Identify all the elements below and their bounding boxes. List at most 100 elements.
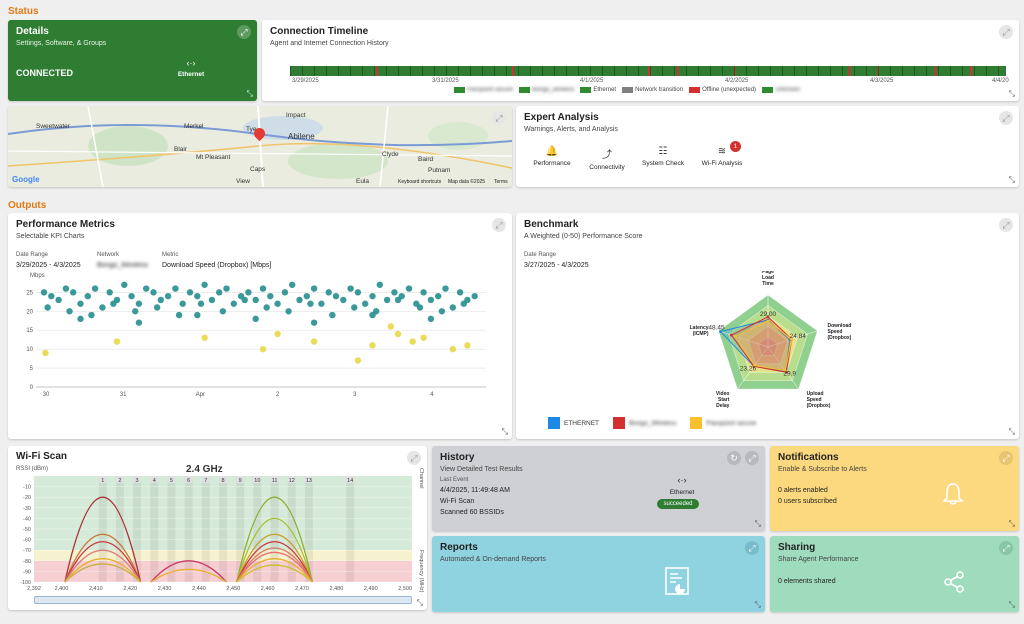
timeline-tick xyxy=(386,66,387,76)
map-city: Impact xyxy=(286,112,306,119)
expand-icon[interactable]: ⤢ xyxy=(237,25,251,39)
legend-label: Passpoint secure xyxy=(706,419,757,427)
performance-button[interactable]: 🔔 Performance xyxy=(528,146,576,167)
last-event-label: Last Event xyxy=(440,477,469,483)
wifi-range-slider[interactable] xyxy=(34,596,412,604)
users-subscribed: 0 users subscribed xyxy=(778,498,837,505)
system-check-label: System Check xyxy=(642,160,684,167)
timeline-tick xyxy=(398,66,399,76)
ethernet-icon: ‹·› xyxy=(677,475,687,485)
benchmark-legend-item[interactable]: ETHERNET xyxy=(548,417,599,429)
timeline-tick xyxy=(806,66,807,76)
bell-icon: 🔔 xyxy=(545,146,559,157)
expand-icon[interactable]: ⤢ xyxy=(999,25,1013,39)
timeline-date: 3/31/2025 xyxy=(432,78,459,84)
timeline-tick xyxy=(842,66,843,76)
history-connection: Ethernet xyxy=(669,489,695,496)
details-card[interactable]: Details Settings, Software, & Groups ⤢ C… xyxy=(8,20,257,101)
map-shortcuts-link[interactable]: Keyboard shortcuts xyxy=(398,179,441,185)
resize-icon[interactable]: ⤡ xyxy=(1009,519,1015,529)
benchmark-card[interactable]: Benchmark A Weighted (0-50) Performance … xyxy=(516,213,1019,439)
data-point xyxy=(48,292,55,300)
wifi-analysis-label: Wi-Fi Analysis xyxy=(701,160,743,167)
connection-timeline-card[interactable]: Connection Timeline Agent and Internet C… xyxy=(262,20,1019,101)
timeline-tick xyxy=(830,66,831,76)
map-terms-link[interactable]: Terms xyxy=(494,179,508,185)
expand-icon[interactable]: ⤢ xyxy=(745,541,759,555)
data-point xyxy=(274,330,281,338)
timeline-legend-item[interactable]: Unknown xyxy=(762,87,800,93)
data-point xyxy=(464,342,471,349)
history-card[interactable]: History View Detailed Test Results ↻ ⤢ L… xyxy=(432,446,765,531)
resize-icon[interactable]: ⤡ xyxy=(1009,89,1015,99)
y-tick-label: 5 xyxy=(30,366,34,372)
data-point xyxy=(409,338,416,345)
timeline-tick xyxy=(542,66,543,76)
system-check-button[interactable]: ☷ System Check xyxy=(636,146,690,167)
expand-icon[interactable]: ⤢ xyxy=(999,218,1013,232)
data-point xyxy=(449,304,456,311)
expand-icon[interactable]: ⤢ xyxy=(999,451,1013,465)
connectivity-button[interactable]: ⤴ Connectivity xyxy=(582,146,632,171)
notifications-card[interactable]: Notifications Enable & Subscribe to Aler… xyxy=(770,446,1019,531)
resize-icon[interactable]: ⤡ xyxy=(1009,600,1015,610)
performance-metrics-card[interactable]: Performance Metrics Selectable KPI Chart… xyxy=(8,213,512,439)
x-tick-label: 2,400 xyxy=(55,586,69,592)
timeline-legend-item[interactable]: Passpoint secure xyxy=(454,87,513,93)
radar-axis-label: Upload Speed (Dropbox) xyxy=(807,391,831,409)
resize-icon[interactable]: ⤡ xyxy=(1009,175,1015,185)
timeline-subtitle: Agent and Internet Connection History xyxy=(270,40,389,47)
expand-icon[interactable]: ⤢ xyxy=(407,451,421,465)
bench-date-label: Date Range xyxy=(524,252,557,258)
date-range-value[interactable]: 3/29/2025 - 4/3/2025 xyxy=(16,262,81,269)
timeline-tick xyxy=(662,66,663,76)
timeline-legend-item[interactable]: Ethernet xyxy=(580,87,616,93)
reports-card[interactable]: Reports Automated & On-demand Reports ⤢ … xyxy=(432,536,765,612)
metric-value[interactable]: Download Speed (Dropbox) [Mbps] xyxy=(162,262,271,269)
timeline-offline-segment xyxy=(648,66,650,76)
expand-icon[interactable]: ⤢ xyxy=(492,218,506,232)
timeline-date: 4/4/20 xyxy=(992,78,1009,84)
resize-icon[interactable]: ⤡ xyxy=(502,427,508,437)
data-point xyxy=(194,292,201,300)
resize-icon[interactable]: ⤡ xyxy=(247,89,253,99)
location-map[interactable]: Sweetwater Merkel Tye Impact Abilene Cly… xyxy=(8,106,512,187)
resize-icon[interactable]: ⤡ xyxy=(755,600,761,610)
resize-icon[interactable]: ⤡ xyxy=(417,598,423,608)
data-point xyxy=(252,315,259,323)
refresh-icon[interactable]: ↻ xyxy=(727,451,741,465)
bench-date-value[interactable]: 3/27/2025 - 4/3/2025 xyxy=(524,262,589,269)
data-point xyxy=(230,300,237,307)
channel-label: 10 xyxy=(254,478,260,484)
timeline-tick xyxy=(410,66,411,76)
expand-icon[interactable]: ⤢ xyxy=(745,451,759,465)
sharing-card[interactable]: Sharing Share Agent Performance ⤢ 0 elem… xyxy=(770,536,1019,612)
timeline-legend-item[interactable]: Bongo_wireless xyxy=(519,87,574,93)
wifi-scan-card[interactable]: Wi-Fi Scan 2.4 GHz RSSI (dBm) ⤢ 12345678… xyxy=(8,446,427,610)
benchmark-legend-item[interactable]: Bongo_Wireless xyxy=(613,417,676,429)
resize-icon[interactable]: ⤡ xyxy=(755,519,761,529)
benchmark-legend-item[interactable]: Passpoint secure xyxy=(690,417,756,429)
network-value[interactable]: Bongo_Wireless xyxy=(97,262,148,269)
timeline-offline-segment xyxy=(970,66,973,76)
timeline-tick xyxy=(710,66,711,76)
timeline-tick xyxy=(626,66,627,76)
connection-type: Ethernet xyxy=(177,71,205,78)
timeline-legend-item[interactable]: Network transition xyxy=(622,87,683,93)
radar-axis-label: Latency (ICMP) xyxy=(690,325,709,337)
expert-analysis-card[interactable]: Expert Analysis Warnings, Alerts, and An… xyxy=(516,106,1019,187)
timeline-tick xyxy=(602,66,603,76)
expand-icon[interactable]: ⤢ xyxy=(999,541,1013,555)
wifi-analysis-button[interactable]: ≋ Wi-Fi Analysis xyxy=(694,146,750,167)
performance-label: Performance xyxy=(533,160,571,167)
y-tick-label: -30 xyxy=(23,506,31,512)
expand-icon[interactable]: ⤢ xyxy=(999,111,1013,125)
timeline-offline-segment xyxy=(934,66,937,76)
timeline-tick xyxy=(482,66,483,76)
timeline-legend-item[interactable]: Offline (unexpected) xyxy=(689,87,756,93)
expand-icon[interactable]: ⤢ xyxy=(492,111,506,125)
last-event-time: 4/4/2025, 11:49:48 AM xyxy=(440,487,510,494)
data-point xyxy=(263,304,270,311)
map-roads xyxy=(8,106,512,187)
resize-icon[interactable]: ⤡ xyxy=(1009,427,1015,437)
